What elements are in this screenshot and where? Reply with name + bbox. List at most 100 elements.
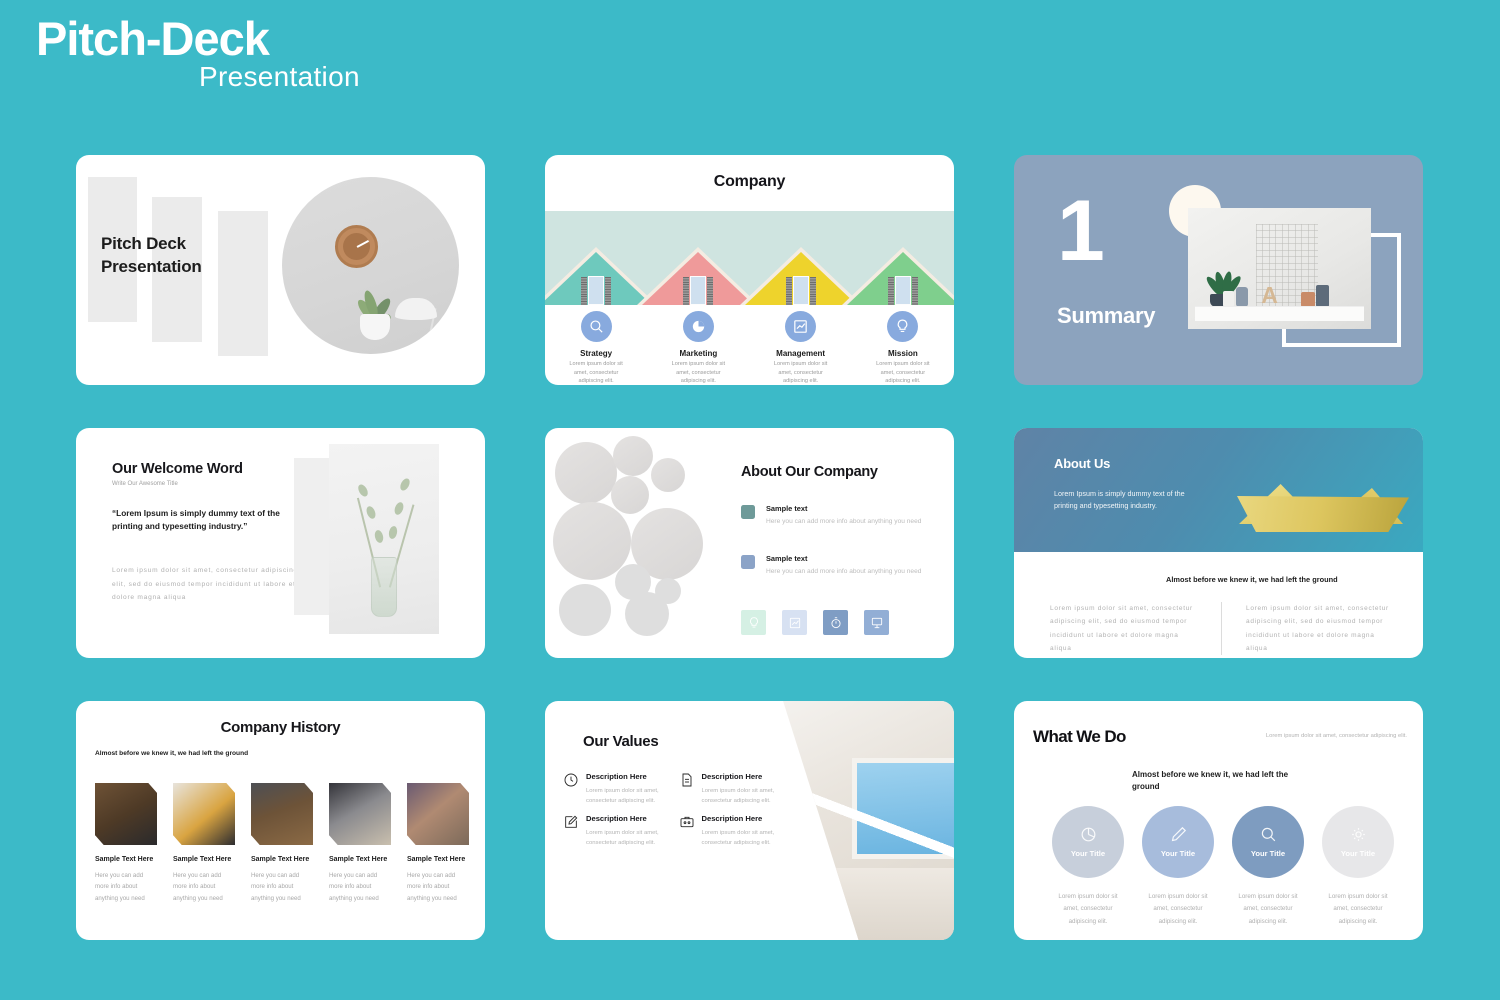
about-us-header: About Us Lorem Ipsum is simply dummy tex… (1014, 428, 1423, 552)
summary-photo: A (1188, 208, 1371, 329)
value-heading: Description Here (701, 814, 763, 824)
about-us-column-2: Lorem ipsum dolor sit amet, consectetur … (1221, 602, 1393, 656)
what-we-do-item-2[interactable]: Your Title Lorem ipsum dolor sit amet, c… (1142, 806, 1214, 928)
collage-circle (559, 584, 611, 636)
company-feature-row: Strategy Lorem ipsum dolor sit amet, con… (545, 311, 954, 385)
welcome-body: Lorem ipsum dolor sit amet, consectetur … (112, 567, 298, 602)
slide-company[interactable]: Company Strategy Lorem ipsum dolor sit a… (545, 155, 954, 385)
letter-a-decor: A (1261, 282, 1278, 308)
value-text: Lorem ipsum dolor sit amet, consectetur … (701, 830, 775, 847)
pie-chart-icon (682, 311, 714, 342)
window-icon (894, 276, 911, 305)
stopwatch-icon[interactable] (823, 610, 848, 635)
slide-company-history[interactable]: Company History Almost before we knew it… (76, 701, 485, 940)
window-shutter (683, 277, 690, 305)
history-card[interactable]: Sample Text Here Here you can add more i… (173, 783, 235, 904)
history-card[interactable]: Sample Text Here Here you can add more i… (329, 783, 391, 904)
about-item-heading: Sample text (766, 504, 808, 513)
what-we-do-item-4[interactable]: Your Title Lorem ipsum dolor sit amet, c… (1322, 806, 1394, 928)
window-shutter (911, 277, 918, 305)
cover-title-line2: Presentation (101, 256, 202, 276)
feature-marketing[interactable]: Marketing Lorem ipsum dolor sit amet, co… (647, 311, 749, 385)
welcome-quote: “Lorem Ipsum is simply dummy text of the… (112, 508, 280, 532)
what-we-do-item-1[interactable]: Your Title Lorem ipsum dolor sit amet, c… (1052, 806, 1124, 928)
roof-4 (841, 211, 954, 305)
about-item-2: Sample text Here you can add more info a… (741, 554, 934, 578)
clock-hand (356, 240, 369, 248)
decor-object (1222, 291, 1234, 307)
value-item-1[interactable]: Description Here Lorem ipsum dolor sit a… (563, 771, 673, 806)
collage-circle (555, 442, 617, 504)
pencil-edit-icon (1171, 827, 1186, 842)
history-card[interactable]: Sample Text Here Here you can add more i… (95, 783, 157, 904)
what-we-do-lead: Lorem ipsum dolor sit amet, consectetur … (1265, 733, 1407, 739)
value-text: Lorem ipsum dolor sit amet, consectetur … (586, 830, 659, 847)
cover-title: Pitch Deck Presentation (101, 233, 202, 279)
history-card-row: Sample Text Here Here you can add more i… (95, 783, 469, 904)
feature-strategy[interactable]: Strategy Lorem ipsum dolor sit amet, con… (545, 311, 647, 385)
plant-leaf (393, 501, 405, 516)
about-us-subtitle: Lorem Ipsum is simply dummy text of the … (1054, 489, 1185, 511)
about-us-columns: Lorem ipsum dolor sit amet, consectetur … (1050, 602, 1393, 656)
what-we-do-item-3[interactable]: Your Title Lorem ipsum dolor sit amet, c… (1232, 806, 1304, 928)
color-swatch (741, 505, 755, 519)
history-card[interactable]: Sample Text Here Here you can add more i… (251, 783, 313, 904)
color-swatch (741, 555, 755, 569)
slide-our-values[interactable]: Our Values Description Here Lorem ipsum … (545, 701, 954, 940)
slide-about-us[interactable]: About Us Lorem Ipsum is simply dummy tex… (1014, 428, 1423, 658)
value-item-4[interactable]: Description Here Lorem ipsum dolor sit a… (679, 813, 789, 848)
value-item-2[interactable]: Description Here Lorem ipsum dolor sit a… (679, 771, 789, 806)
history-photo (251, 783, 313, 845)
what-we-do-kicker: Almost before we knew it, we had left th… (1132, 770, 1289, 792)
briefcase-icon (679, 814, 695, 830)
feature-label: Mission (887, 349, 918, 358)
history-photo (95, 783, 157, 845)
lightbulb-icon[interactable] (741, 610, 766, 635)
history-card[interactable]: Sample Text Here Here you can add more i… (407, 783, 469, 904)
roof-2 (637, 211, 760, 305)
circle-badge: Your Title (1322, 806, 1394, 878)
shelf-surface (1195, 306, 1364, 321)
history-heading: Sample Text Here (407, 856, 466, 863)
lightbulb-icon (887, 311, 919, 342)
values-grid: Description Here Lorem ipsum dolor sit a… (563, 771, 788, 848)
history-text: Here you can add more info about anythin… (329, 872, 379, 902)
slide-what-we-do[interactable]: What We Do Lorem ipsum dolor sit amet, c… (1014, 701, 1423, 940)
circle-badge: Your Title (1052, 806, 1124, 878)
about-us-kicker: Almost before we knew it, we had left th… (1166, 575, 1338, 584)
pie-chart-icon (1081, 827, 1095, 842)
value-item-3[interactable]: Description Here Lorem ipsum dolor sit a… (563, 813, 673, 848)
about-item-heading: Sample text (766, 554, 808, 563)
feature-mission[interactable]: Mission Lorem ipsum dolor sit amet, cons… (852, 311, 954, 385)
feature-management[interactable]: Management Lorem ipsum dolor sit amet, c… (750, 311, 852, 385)
history-text: Here you can add more info about anythin… (95, 872, 145, 902)
history-heading: Sample Text Here (95, 856, 154, 863)
cover-photo (282, 177, 459, 354)
presentation-icon[interactable] (864, 610, 889, 635)
pencil-edit-icon (563, 814, 579, 830)
bar-shape-3 (218, 211, 268, 356)
slide-welcome[interactable]: Our Welcome Word Write Our Awesome Title… (76, 428, 485, 658)
slide-about-company[interactable]: About Our Company Sample text Here you c… (545, 428, 954, 658)
values-title: Our Values (583, 733, 659, 750)
what-we-do-row: Your Title Lorem ipsum dolor sit amet, c… (1052, 806, 1394, 928)
decor-object (1316, 285, 1330, 307)
welcome-title: Our Welcome Word (112, 461, 243, 477)
plant-leaf (364, 504, 378, 521)
window-shutter (887, 277, 894, 305)
origami-boat-photo (1237, 484, 1409, 532)
history-text: Here you can add more info about anythin… (173, 872, 223, 902)
plant-leaf (387, 525, 399, 540)
history-text: Here you can add more info about anythin… (251, 872, 301, 902)
window-shutter (785, 277, 792, 305)
history-photo (407, 783, 469, 845)
feature-text: Lorem ipsum dolor sit amet, consectetur … (671, 361, 726, 385)
search-icon (1261, 828, 1275, 842)
window-icon (792, 276, 809, 305)
slide-summary[interactable]: 1 Summary A (1014, 155, 1423, 385)
slide-cover[interactable]: Pitch Deck Presentation (76, 155, 485, 385)
line-chart-icon (785, 311, 817, 342)
about-item-text: Here you can add more info about anythin… (766, 518, 922, 525)
item-text: Lorem ipsum dolor sit amet, consectetur … (1238, 893, 1298, 925)
line-chart-icon[interactable] (782, 610, 807, 635)
